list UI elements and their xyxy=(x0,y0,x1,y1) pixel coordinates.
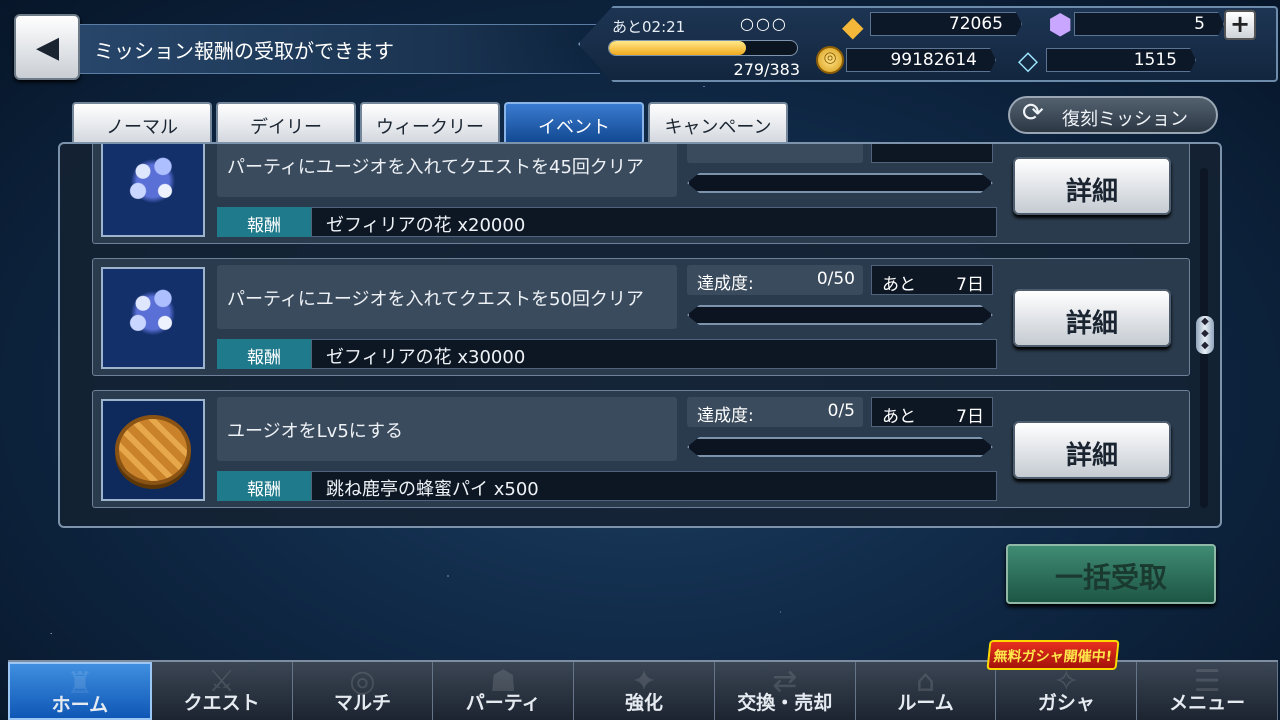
progress-box: 達成度: 0/50 xyxy=(687,265,863,295)
reward-label: 報酬 xyxy=(217,339,311,369)
gold-count: 99182614 xyxy=(846,48,996,72)
progress-bar xyxy=(687,437,993,457)
reward-label: 報酬 xyxy=(217,471,311,501)
tab-daily[interactable]: デイリー xyxy=(216,102,356,142)
flower-bouquet-icon xyxy=(101,144,205,237)
gem-icon: ◆ xyxy=(842,10,864,43)
back-button[interactable]: ◀ xyxy=(14,14,80,80)
diamond-count: 1515 xyxy=(1046,48,1196,72)
refresh-icon: ⟳ xyxy=(1022,98,1044,128)
nav-quest[interactable]: ⚔ クエスト xyxy=(152,662,293,720)
gem-count: 72065 xyxy=(870,12,1022,36)
exchange-icon: ⇄ xyxy=(772,664,798,699)
nav-gacha[interactable]: ✧ ガシャ xyxy=(996,662,1138,720)
stamina-timer: あと02:21 xyxy=(612,18,686,36)
mission-row: パーティにユージオを入れてクエストを45回クリア 報酬 ゼフィリアの花 x200… xyxy=(92,144,1190,244)
page-title: ミッション報酬の受取ができます xyxy=(80,24,600,74)
back-arrow-icon: ◀ xyxy=(36,30,60,65)
mission-description: パーティにユージオを入れてクエストを45回クリア xyxy=(217,144,677,197)
honey-pie-icon xyxy=(101,399,205,501)
menu-icon: ☰ xyxy=(1193,664,1221,699)
quest-icon: ⚔ xyxy=(208,664,236,699)
gold-coin-icon: ◎ xyxy=(816,46,844,74)
detail-button[interactable]: 詳細 xyxy=(1013,157,1171,215)
nav-enhance[interactable]: ✦ 強化 xyxy=(574,662,715,720)
plus-icon: + xyxy=(1229,10,1251,38)
remaining-box: あと 7日 xyxy=(871,397,993,427)
stamina-circles: ○○○ xyxy=(740,14,788,33)
mission-description: ユージオをLv5にする xyxy=(217,397,677,461)
tower-icon: ♜ xyxy=(66,666,94,701)
progress-box xyxy=(687,144,863,163)
tab-event[interactable]: イベント xyxy=(504,102,644,142)
tab-weekly[interactable]: ウィークリー xyxy=(360,102,500,142)
add-crystal-button[interactable]: + xyxy=(1224,10,1256,40)
free-gacha-badge[interactable]: 無料ガシャ開催中! xyxy=(986,640,1120,670)
tab-campaign[interactable]: キャンペーン xyxy=(648,102,788,142)
crystal-count: 5 xyxy=(1074,12,1224,36)
room-icon: ⌂ xyxy=(916,664,936,699)
nav-multi[interactable]: ◎ マルチ xyxy=(293,662,434,720)
reward-label: 報酬 xyxy=(217,207,311,237)
nav-exchange[interactable]: ⇄ 交換・売却 xyxy=(715,662,856,720)
reward-value: ゼフィリアの花 x20000 xyxy=(311,207,997,237)
reward-value: 跳ね鹿亭の蜂蜜パイ x500 xyxy=(311,471,997,501)
progress-bar xyxy=(687,173,993,193)
nav-room[interactable]: ⌂ ルーム xyxy=(856,662,997,720)
enhance-icon: ✦ xyxy=(631,664,657,699)
scrollbar-thumb[interactable]: ◆ ◆ ◆ xyxy=(1196,316,1214,354)
nav-home[interactable]: ♜ ホーム xyxy=(8,662,152,720)
tab-normal[interactable]: ノーマル xyxy=(72,102,212,142)
mission-description: パーティにユージオを入れてクエストを50回クリア xyxy=(217,265,677,329)
diamond-icon: ◇ xyxy=(1018,46,1038,76)
progress-bar xyxy=(687,305,993,325)
mission-list: パーティにユージオを入れてクエストを45回クリア 報酬 ゼフィリアの花 x200… xyxy=(58,142,1222,528)
detail-button[interactable]: 詳細 xyxy=(1013,421,1171,479)
nav-menu[interactable]: ☰ メニュー xyxy=(1137,662,1279,720)
crystal-icon: ⬢ xyxy=(1048,8,1073,41)
mission-row: ユージオをLv5にする 報酬 跳ね鹿亭の蜂蜜パイ x500 達成度: 0/5 あと… xyxy=(92,390,1190,508)
detail-button[interactable]: 詳細 xyxy=(1013,289,1171,347)
stamina-value: 279/383 xyxy=(733,60,800,79)
reward-value: ゼフィリアの花 x30000 xyxy=(311,339,997,369)
party-icon: ☗ xyxy=(489,664,517,699)
remaining-box: あと 7日 xyxy=(871,265,993,295)
progress-box: 達成度: 0/5 xyxy=(687,397,863,427)
remaining-box xyxy=(871,144,993,163)
mission-row: パーティにユージオを入れてクエストを50回クリア 報酬 ゼフィリアの花 x300… xyxy=(92,258,1190,376)
bulk-receive-button[interactable]: 一括受取 xyxy=(1006,544,1216,604)
nav-party[interactable]: ☗ パーティ xyxy=(433,662,575,720)
globe-icon: ◎ xyxy=(349,664,376,699)
flower-bouquet-icon xyxy=(101,267,205,369)
stamina-fill xyxy=(609,41,746,55)
stamina-bar xyxy=(608,40,798,56)
